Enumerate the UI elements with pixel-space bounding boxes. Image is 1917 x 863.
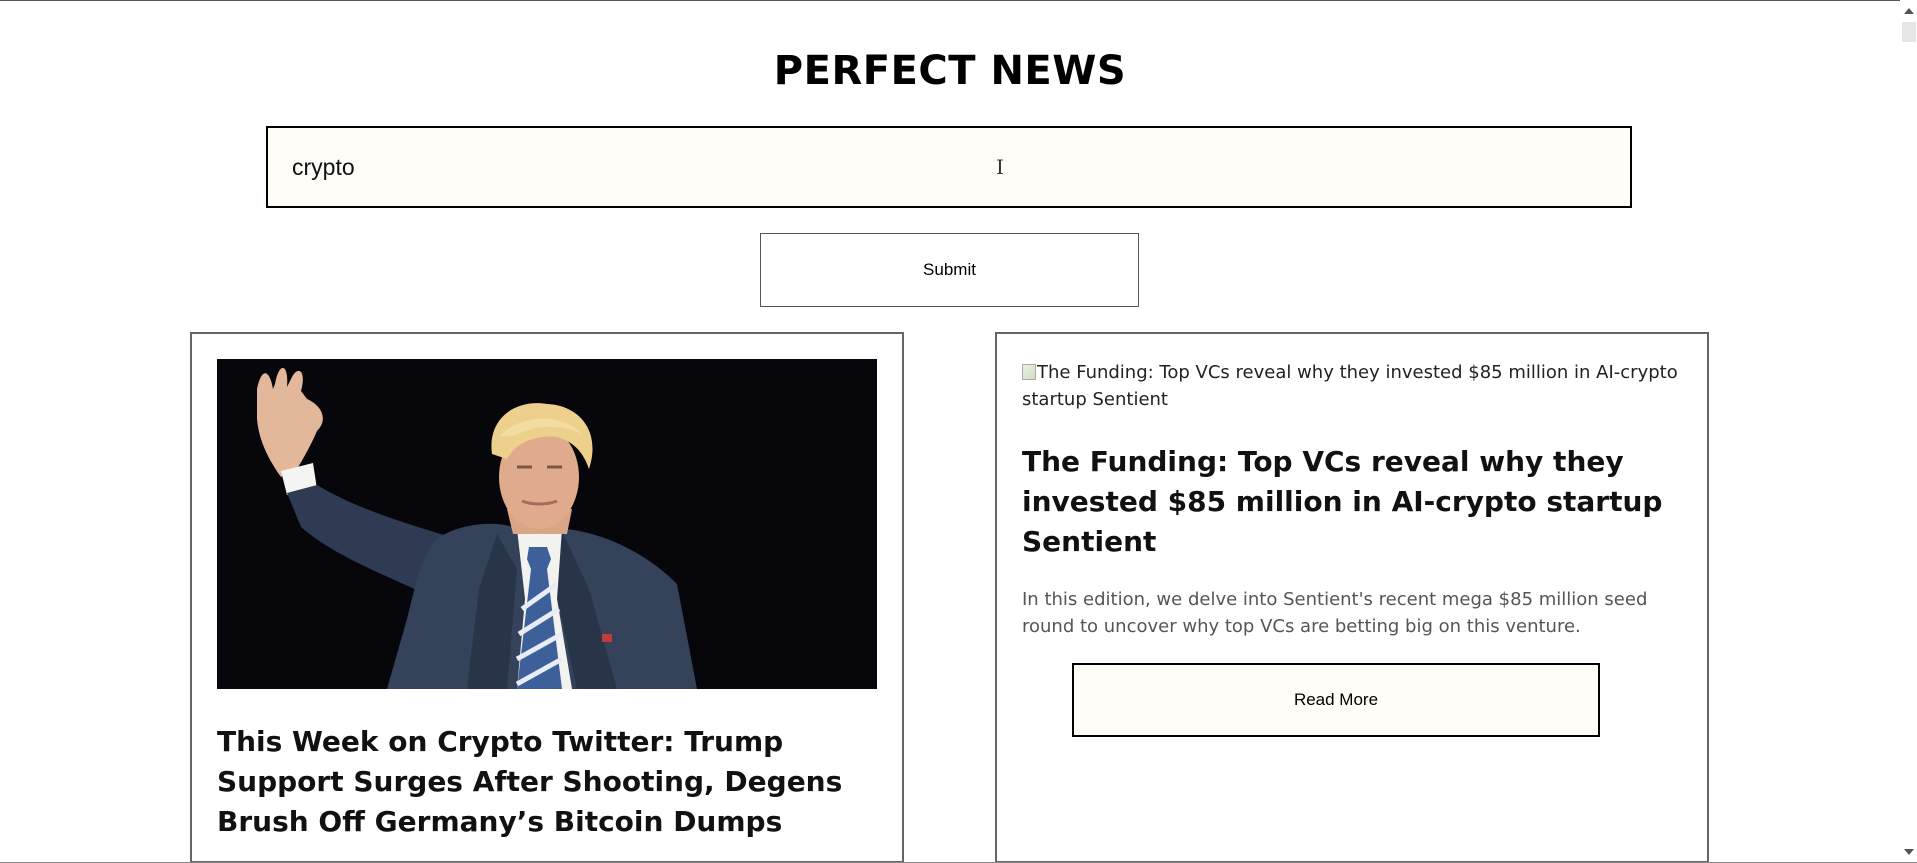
scroll-up-arrow-icon[interactable]: [1904, 8, 1914, 14]
article-photo: [217, 359, 877, 689]
scroll-thumb[interactable]: [1902, 22, 1916, 42]
page: PERFECT NEWS I Submit: [0, 0, 1917, 863]
read-more-button[interactable]: Read More: [1072, 663, 1600, 737]
article-description: In this edition, we delve into Sentient'…: [1022, 589, 1648, 637]
article-title[interactable]: This Week on Crypto Twitter: Trump Suppo…: [217, 722, 867, 842]
article-card: This Week on Crypto Twitter: Trump Suppo…: [190, 332, 904, 863]
vertical-scrollbar[interactable]: [1900, 0, 1917, 863]
scroll-down-arrow-icon[interactable]: [1904, 849, 1914, 855]
submit-button[interactable]: Submit: [760, 233, 1139, 307]
site-title: PERFECT NEWS: [773, 48, 1127, 94]
text-cursor-icon: I: [996, 155, 1004, 179]
article-image[interactable]: [217, 359, 877, 689]
search-input[interactable]: [266, 126, 1632, 208]
article-image-broken: The Funding: Top VCs reveal why they inv…: [1022, 359, 1682, 413]
article-title[interactable]: The Funding: Top VCs reveal why they inv…: [1022, 442, 1672, 562]
window-top-border: [0, 0, 1917, 1]
article-image-alt-text: The Funding: Top VCs reveal why they inv…: [1022, 362, 1678, 410]
article-card: The Funding: Top VCs reveal why they inv…: [995, 332, 1709, 863]
broken-image-icon: [1022, 364, 1036, 380]
